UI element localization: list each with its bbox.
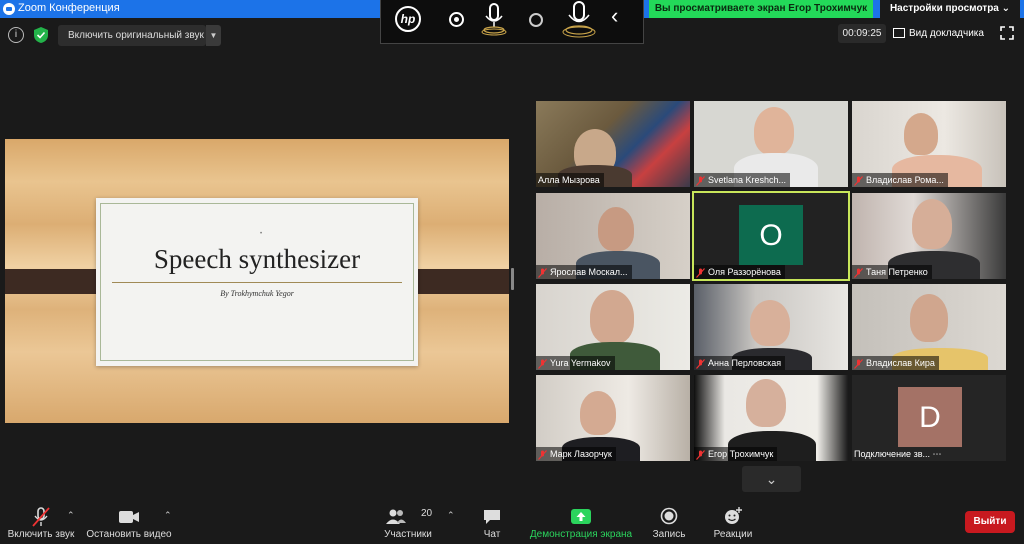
slide-title-card: • Speech synthesizer By Trokhymchuk Yego…: [96, 198, 418, 366]
video-camera-icon: [119, 511, 139, 523]
mic-muted-icon: [696, 449, 705, 460]
leave-meeting-button[interactable]: Выйти: [965, 511, 1015, 533]
participant-tile[interactable]: Ярослав Москал...: [536, 193, 690, 279]
hp-logo-icon[interactable]: hp: [395, 6, 421, 32]
participant-tile[interactable]: Таня Петренко: [852, 193, 1006, 279]
participant-name: Анна Перловская: [694, 356, 786, 370]
participant-tile[interactable]: Марк Лазорчук: [536, 375, 690, 461]
participant-tile[interactable]: Svetlana Kreshch...: [694, 101, 848, 187]
reactions-label: Реакции: [713, 529, 753, 540]
record-button[interactable]: Запись: [648, 505, 690, 541]
hp-audio-toolbar: hp ‹: [380, 0, 644, 44]
info-icon[interactable]: i: [8, 27, 24, 43]
stop-video-button[interactable]: Остановить видео: [84, 505, 174, 541]
record-label: Запись: [652, 529, 686, 540]
participant-name: Владислав Кира: [852, 356, 939, 370]
screen-share-banner: Вы просматриваете экран Егор Трохимчук: [649, 0, 873, 18]
mic-muted-icon: [538, 449, 547, 460]
microphone-icon[interactable]: [481, 2, 507, 36]
participants-icon: [386, 509, 406, 524]
share-screen-label: Демонстрация экрана: [529, 529, 633, 540]
participant-tile[interactable]: Владислав Рома...: [852, 101, 1006, 187]
chevron-down-icon: ⌄: [765, 471, 778, 487]
smiley-icon: [725, 507, 742, 524]
participant-tile[interactable]: D Подключение зв... ⋯: [852, 375, 1006, 461]
circle-icon[interactable]: [529, 13, 543, 27]
record-icon: [660, 507, 678, 525]
shared-screen: • Speech synthesizer By Trokhymchuk Yego…: [5, 139, 509, 423]
participant-name: Подключение зв... ⋯: [854, 449, 942, 459]
slide-marker: •: [260, 231, 263, 237]
gallery-next-page-button[interactable]: ⌄: [742, 466, 801, 492]
share-screen-icon: [571, 509, 591, 524]
microphone-broadcast-icon[interactable]: [561, 0, 597, 38]
record-dot-icon[interactable]: [449, 12, 464, 27]
participants-label: Участники: [384, 529, 432, 540]
meeting-timer: 00:09:25: [838, 24, 886, 43]
stop-video-label: Остановить видео: [86, 529, 172, 540]
participants-count: 20: [421, 508, 433, 519]
slide-subtitle: By Trokhymchuk Yegor: [220, 289, 294, 298]
mic-muted-icon: [696, 175, 705, 186]
participant-name: Оля Раззорёнова: [694, 265, 785, 279]
panel-resize-handle[interactable]: [511, 268, 514, 290]
participant-tile-active[interactable]: O Оля Раззорёнова: [692, 191, 850, 281]
chevron-down-icon[interactable]: ▼: [206, 25, 221, 46]
avatar: D: [898, 387, 962, 447]
participant-tile[interactable]: Yura Yermakov: [536, 284, 690, 370]
mic-muted-icon: [538, 358, 547, 369]
participant-name: Алла Мызрова: [536, 173, 604, 187]
participant-tile[interactable]: Егор Трохимчук: [694, 375, 848, 461]
slide-divider: [112, 282, 402, 283]
shield-icon[interactable]: [33, 26, 49, 44]
slide-decor-band-left: [5, 269, 107, 294]
chat-button[interactable]: Чат: [474, 505, 510, 541]
participant-name: Ярослав Москал...: [536, 265, 632, 279]
participant-name: Марк Лазорчук: [536, 447, 616, 461]
participant-tile[interactable]: Владислав Кира: [852, 284, 1006, 370]
view-mode-label: Вид докладчика: [909, 28, 984, 39]
participant-name: Таня Петренко: [852, 265, 932, 279]
mic-muted-icon: [696, 358, 705, 369]
participant-name: Егор Трохимчук: [694, 447, 778, 461]
participant-name: Yura Yermakov: [536, 356, 615, 370]
share-screen-button[interactable]: Демонстрация экрана: [526, 505, 636, 541]
mic-muted-icon: [854, 267, 863, 278]
avatar: O: [739, 205, 803, 265]
view-mode-button[interactable]: Вид докладчика: [893, 24, 988, 43]
participant-tile[interactable]: Алла Мызрова: [536, 101, 690, 187]
chevron-up-icon[interactable]: ⌃: [447, 510, 455, 521]
participant-name: Владислав Рома...: [852, 173, 948, 187]
mic-muted-icon: [32, 507, 50, 527]
zoom-logo-icon: [3, 3, 15, 15]
more-options-icon[interactable]: ⋯: [933, 449, 942, 459]
mic-muted-icon: [854, 175, 863, 186]
participant-tile[interactable]: Анна Перловская: [694, 284, 848, 370]
reactions-button[interactable]: Реакции: [708, 505, 758, 541]
slide-title: Speech synthesizer: [153, 244, 361, 274]
mic-muted-icon: [538, 267, 547, 278]
chat-icon: [484, 510, 500, 524]
view-options-menu[interactable]: Настройки просмотра ⌄: [880, 0, 1020, 18]
mic-muted-icon: [696, 267, 705, 278]
mic-muted-icon: [854, 358, 863, 369]
speaker-view-icon: [893, 28, 905, 39]
chevron-left-icon[interactable]: ‹: [611, 3, 618, 29]
original-sound-button[interactable]: Включить оригинальный звук: [58, 25, 206, 46]
unmute-label: Включить звук: [7, 529, 75, 540]
chevron-up-icon[interactable]: ⌃: [164, 510, 172, 521]
chat-label: Чат: [483, 529, 501, 540]
participant-name: Svetlana Kreshch...: [694, 173, 791, 187]
slide-decor-band-right: [407, 269, 509, 294]
window-title: Zoom Конференция: [18, 2, 120, 14]
fullscreen-icon[interactable]: [1000, 26, 1014, 40]
chevron-up-icon[interactable]: ⌃: [67, 510, 75, 521]
